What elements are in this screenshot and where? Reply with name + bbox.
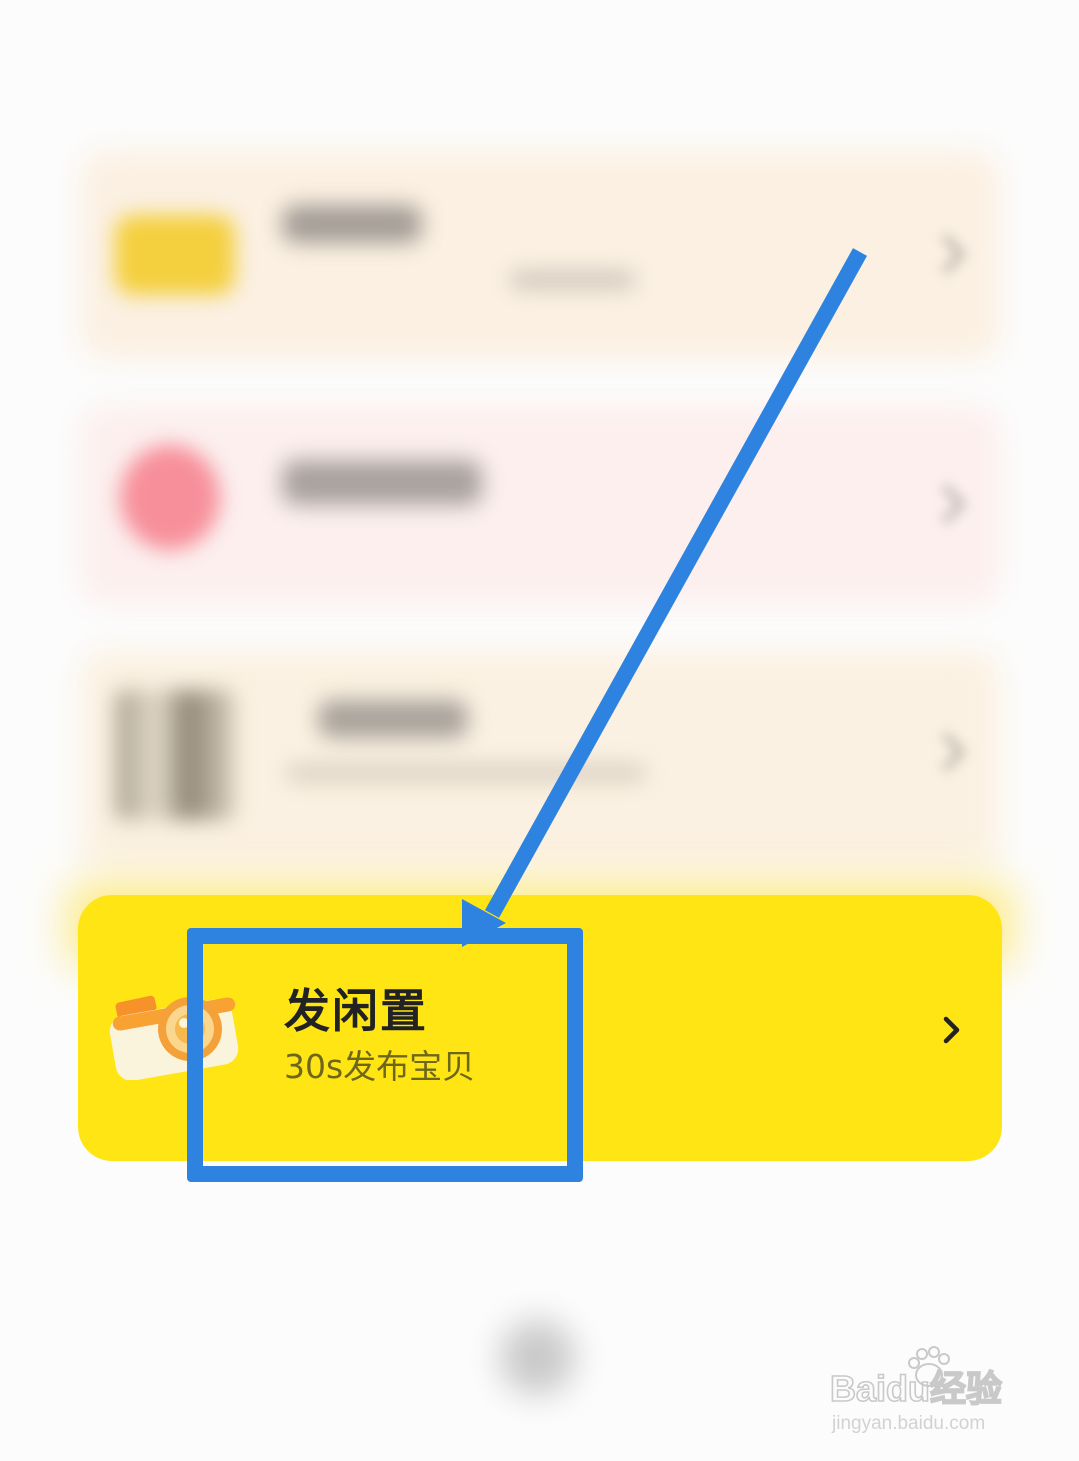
screen: 发闲置 30s发布宝贝 Baidu经验 jingyan.baidu.com (0, 0, 1079, 1461)
blurred-text (282, 205, 422, 243)
publish-title: 发闲置 (284, 984, 428, 1038)
blurred-text (510, 272, 635, 288)
blurred-photo-icon (115, 690, 235, 820)
blurred-folder-icon (115, 215, 235, 295)
blurred-text (286, 765, 646, 781)
blurred-text (318, 700, 468, 738)
blurred-heart-icon (120, 445, 220, 550)
blurred-close-button[interactable] (500, 1320, 575, 1395)
baidu-jingyan-watermark: Baidu经验 jingyan.baidu.com (829, 1346, 1003, 1434)
watermark-brand: Baidu经验 (830, 1368, 1002, 1409)
camera-icon (109, 995, 239, 1080)
chevron-right-icon[interactable] (936, 1015, 966, 1045)
blurred-text (282, 460, 482, 505)
publish-subtitle: 30s发布宝贝 (284, 1047, 476, 1086)
watermark-url: jingyan.baidu.com (831, 1413, 985, 1434)
